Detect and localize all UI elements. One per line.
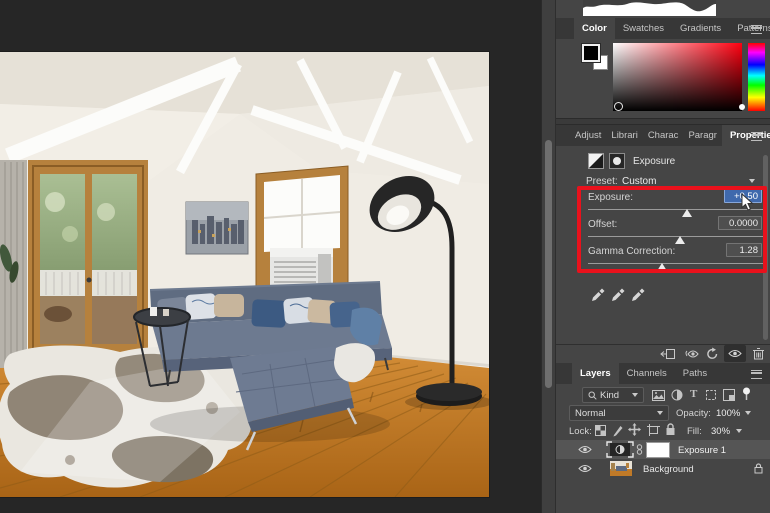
opacity-value-input[interactable]: 100% <box>716 408 740 420</box>
filter-shape-layers-icon[interactable] <box>705 389 717 401</box>
hue-slider-thumb[interactable] <box>739 104 745 110</box>
black-point-eyedropper-icon[interactable] <box>590 286 605 303</box>
properties-panel-menu-icon[interactable] <box>751 132 762 141</box>
tab-swatches[interactable]: Swatches <box>615 18 672 39</box>
tab-paragraph[interactable]: Paragr <box>683 125 722 146</box>
fill-value-input[interactable]: 30% <box>711 426 730 438</box>
exposure-slider-thumb[interactable] <box>682 209 692 217</box>
clip-to-layer-icon[interactable] <box>660 348 676 360</box>
adjustment-layer-thumbnail[interactable] <box>606 441 634 458</box>
visibility-toggle-button[interactable] <box>724 345 746 362</box>
lock-position-move-icon[interactable] <box>628 423 641 436</box>
layers-panel-menu-icon[interactable] <box>751 370 762 379</box>
blend-mode-value: Normal <box>575 408 606 419</box>
gamma-slider-thumb[interactable] <box>657 263 667 271</box>
search-icon <box>588 391 597 400</box>
filter-smart-objects-icon[interactable] <box>723 389 735 401</box>
layer-mask-icon <box>609 153 625 169</box>
exposure-adjustment-icon <box>588 153 604 169</box>
reset-adjustment-icon[interactable] <box>706 347 719 360</box>
lock-pixels-brush-icon[interactable] <box>612 424 624 437</box>
exposure-slider-track <box>588 209 764 210</box>
hue-slider[interactable] <box>748 43 765 111</box>
document-living-room-photo[interactable] <box>0 52 489 497</box>
background-locked-icon <box>754 463 763 474</box>
color-panel-menu-icon[interactable] <box>751 25 762 34</box>
layer-name[interactable]: Exposure 1 <box>678 445 726 457</box>
properties-scrollbar-thumb[interactable] <box>763 155 768 340</box>
gamma-slider[interactable] <box>588 260 764 272</box>
tab-adjustments[interactable]: Adjust <box>570 125 606 146</box>
offset-value-input[interactable]: 0.0000 <box>718 216 762 230</box>
tab-gradients[interactable]: Gradients <box>672 18 729 39</box>
filter-toggle-icon[interactable] <box>742 387 751 401</box>
right-panel-column: Color Swatches Gradients Patterns Adjust… <box>556 0 770 513</box>
tab-paths[interactable]: Paths <box>675 363 715 384</box>
fill-chevron-icon[interactable] <box>736 429 742 433</box>
tab-patterns[interactable]: Patterns <box>729 18 770 39</box>
layer-visibility-eye-icon[interactable] <box>578 464 592 473</box>
panel-divider <box>556 118 770 125</box>
delete-adjustment-trash-icon[interactable] <box>753 347 764 360</box>
lock-artboard-icon[interactable] <box>647 424 660 436</box>
gamma-slider-track <box>588 263 764 264</box>
preset-label: Preset: <box>586 176 618 188</box>
mask-link-icon <box>636 444 643 455</box>
opacity-chevron-icon[interactable] <box>745 411 751 415</box>
tab-color[interactable]: Color <box>574 18 615 39</box>
lock-all-padlock-icon[interactable] <box>665 423 676 436</box>
preset-select[interactable]: Custom <box>622 176 656 188</box>
tab-layers[interactable]: Layers <box>572 363 619 384</box>
view-previous-state-icon[interactable] <box>684 349 700 359</box>
opacity-label: Opacity: <box>676 408 711 420</box>
exposure-label: Exposure: <box>588 192 633 204</box>
gamma-value-input[interactable]: 1.28 <box>726 243 762 257</box>
histogram-preview <box>583 0 716 16</box>
layer-visibility-eye-icon[interactable] <box>578 445 592 454</box>
filter-type-layers-icon[interactable]: T <box>690 388 697 400</box>
gamma-label: Gamma Correction: <box>588 246 675 258</box>
lock-label: Lock: <box>569 426 592 438</box>
layer-filter-kind-select[interactable]: Kind <box>582 387 644 403</box>
color-panel-tabbar: Color Swatches Gradients Patterns <box>556 18 770 39</box>
properties-panel-tabbar: Adjust Librari Charac Paragr Properties <box>556 125 770 146</box>
layers-panel-tabbar: Layers Channels Paths <box>556 363 770 384</box>
foreground-color-swatch[interactable] <box>582 44 600 62</box>
fill-label: Fill: <box>687 426 702 438</box>
layer-row-background[interactable]: Background <box>556 459 770 478</box>
preset-chevron-icon[interactable] <box>749 179 755 183</box>
tab-channels[interactable]: Channels <box>619 363 675 384</box>
filter-adjustment-layers-icon[interactable] <box>671 389 683 401</box>
filter-pixel-layers-icon[interactable] <box>652 390 665 401</box>
canvas-panel-divider <box>541 0 556 513</box>
gray-point-eyedropper-icon[interactable] <box>610 286 625 303</box>
blend-mode-chevron-icon <box>657 411 663 415</box>
canvas-area[interactable] <box>0 0 541 513</box>
offset-slider-thumb[interactable] <box>675 236 685 244</box>
layer-name[interactable]: Background <box>643 464 694 476</box>
layer-filter-value: Kind <box>600 390 619 401</box>
background-layer-thumbnail[interactable] <box>610 461 632 476</box>
tab-character[interactable]: Charac <box>643 125 684 146</box>
color-field-selector[interactable] <box>614 102 623 111</box>
lock-transparency-icon[interactable] <box>595 425 606 436</box>
white-point-eyedropper-icon[interactable] <box>630 286 645 303</box>
layer-row-exposure[interactable]: Exposure 1 <box>556 440 770 459</box>
offset-label: Offset: <box>588 219 617 231</box>
mouse-cursor <box>741 193 754 212</box>
tab-libraries[interactable]: Librari <box>606 125 642 146</box>
filter-chevron-icon <box>632 393 638 397</box>
eye-icon <box>728 349 742 358</box>
layer-mask-thumbnail[interactable] <box>646 442 670 458</box>
photoshop-window: Color Swatches Gradients Patterns Adjust… <box>0 0 770 513</box>
properties-title: Exposure <box>633 156 675 168</box>
tab-properties[interactable]: Properties <box>722 125 770 146</box>
blend-mode-select[interactable]: Normal <box>569 405 669 421</box>
canvas-scrollbar-thumb[interactable] <box>545 140 552 388</box>
color-saturation-field[interactable] <box>613 43 742 111</box>
